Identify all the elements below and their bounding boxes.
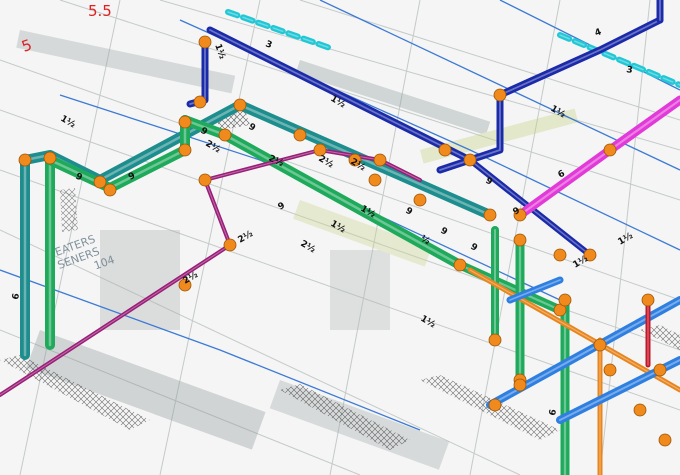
pipe-fitting[interactable] (103, 183, 117, 197)
pipe-navy-upper-highlight (209, 29, 471, 161)
pipe-fitting[interactable] (198, 35, 212, 49)
pipe-fitting[interactable] (313, 143, 327, 157)
pipe-size-label: 2½ (236, 228, 255, 245)
pipe-fitting[interactable] (493, 88, 507, 102)
pipe-fitting[interactable] (513, 378, 527, 392)
pipe-fitting[interactable] (453, 258, 467, 272)
pipe-fitting[interactable] (653, 363, 667, 377)
pipe-fitting[interactable] (513, 233, 527, 247)
pipe-size-label: 2½ (299, 238, 318, 255)
pipe-fitting[interactable] (178, 115, 192, 129)
pipe-fitting[interactable] (553, 248, 567, 262)
pipe-fitting[interactable] (603, 143, 617, 157)
pipe-fitting[interactable] (223, 238, 237, 252)
pipe-fitting[interactable] (93, 175, 107, 189)
pipe-fitting[interactable] (438, 143, 452, 157)
pipe-fitting[interactable] (488, 333, 502, 347)
pipe-fitting[interactable] (198, 173, 212, 187)
pipe-fitting[interactable] (658, 433, 672, 447)
pipe-fitting[interactable] (593, 338, 607, 352)
pipe-size-label: 3 (264, 39, 273, 51)
pipe-fitting[interactable] (603, 363, 617, 377)
pipe-size-label: 1½ (616, 230, 635, 247)
pipe-fitting[interactable] (413, 193, 427, 207)
grid-label-5-5: 5.5 (88, 2, 112, 20)
pipe-fitting[interactable] (218, 128, 232, 142)
pipe-fitting[interactable] (43, 151, 57, 165)
pipe-size-label: 4 (594, 27, 603, 39)
pipe-size-label: 9 (484, 176, 494, 188)
pipe-size-label: 1½ (212, 42, 228, 60)
pipe-size-label: 9 (439, 226, 449, 238)
pipe-fitting[interactable] (488, 398, 502, 412)
pipe-fitting[interactable] (633, 403, 647, 417)
pipe-fitting[interactable] (558, 293, 572, 307)
pipe-fitting[interactable] (463, 153, 477, 167)
pipe-size-label: 9 (469, 242, 479, 254)
pipe-green-left-highlight (48, 118, 187, 190)
pipe-size-label: 9 (404, 206, 414, 218)
pipe-size-label: 1½ (419, 313, 438, 330)
model-viewport[interactable]: EATERS SENERS 104 5.5 5 3 1½ 4 3 9 9 9 9 2½ 2½ 2½ 2… (0, 0, 680, 475)
pipe-fitting[interactable] (373, 153, 387, 167)
pipe-fitting[interactable] (233, 98, 247, 112)
pipe-fitting[interactable] (18, 153, 32, 167)
pipe-size-label: 1½ (59, 113, 78, 130)
pipe-size-label: 3 (625, 65, 633, 76)
pipe-fitting[interactable] (178, 143, 192, 157)
pipe-size-label: 6 (548, 409, 559, 417)
pipe-fitting[interactable] (193, 95, 207, 109)
pipe-fitting[interactable] (293, 128, 307, 142)
pipe-fitting[interactable] (368, 173, 382, 187)
pipe-fitting[interactable] (483, 208, 497, 222)
pipe-green-left[interactable] (45, 115, 190, 193)
pipe-size-label: 2½ (204, 138, 223, 155)
pipe-fitting[interactable] (641, 293, 655, 307)
piping-model-canvas[interactable]: EATERS SENERS 104 5.5 5 31½439 99 92½ 2½ 2½2… (0, 0, 680, 475)
